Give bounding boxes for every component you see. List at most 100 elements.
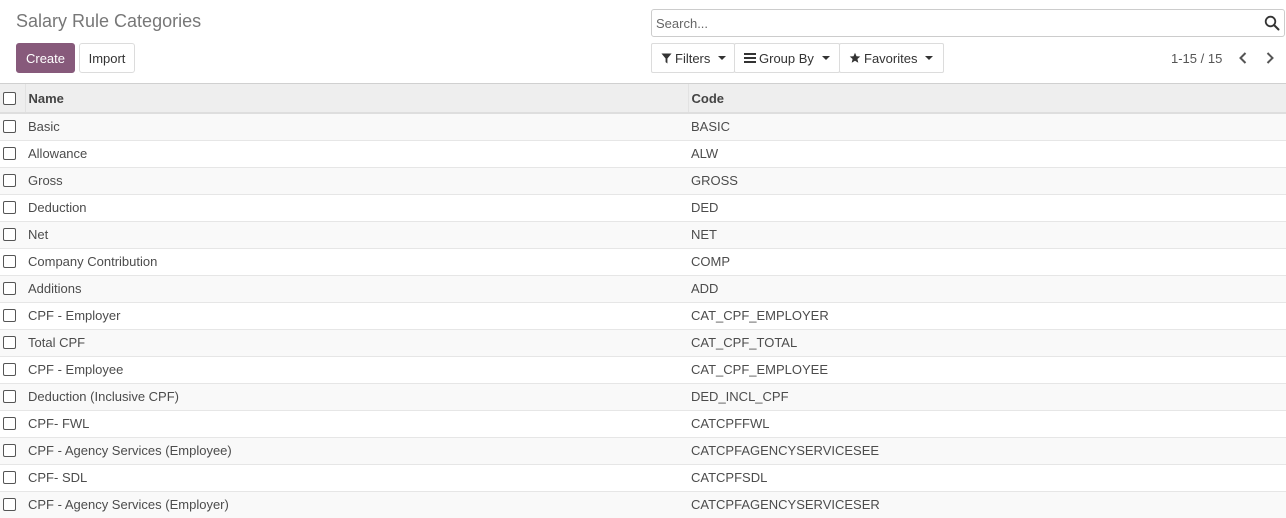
row-code[interactable]: CATCPFAGENCYSERVICESEE <box>688 436 1286 464</box>
row-checkbox[interactable] <box>3 201 16 214</box>
row-checkbox[interactable] <box>3 120 16 134</box>
row-name[interactable]: Additions <box>25 274 688 302</box>
row-select-cell <box>0 220 25 248</box>
row-code[interactable]: BASIC <box>688 112 1286 140</box>
row-checkbox[interactable] <box>3 444 16 457</box>
group-by-dropdown[interactable]: Group By <box>734 43 840 73</box>
row-select-cell <box>0 490 25 518</box>
table-row[interactable]: CPF- FWL CATCPFFWL <box>0 409 1286 437</box>
select-all-checkbox[interactable] <box>3 91 16 105</box>
row-code[interactable]: DED_INCL_CPF <box>688 382 1286 410</box>
table-row[interactable]: CPF - Agency Services (Employer) CATCPFAG… <box>0 490 1286 518</box>
chevron-left-icon[interactable] <box>1234 49 1252 67</box>
row-checkbox[interactable] <box>3 309 16 322</box>
row-select-cell <box>0 328 25 356</box>
row-name[interactable]: Allowance <box>25 139 688 167</box>
row-code[interactable]: CAT_CPF_EMPLOYER <box>688 301 1286 329</box>
row-select-cell <box>0 355 25 383</box>
caret-down-icon <box>925 56 934 60</box>
row-name[interactable]: CPF- FWL <box>25 409 688 437</box>
favorites-dropdown[interactable]: Favorites <box>839 43 944 73</box>
table-row[interactable]: Total CPF CAT_CPF_TOTAL <box>0 328 1286 356</box>
table-row[interactable]: Deduction DED <box>0 193 1286 221</box>
row-code[interactable]: DED <box>688 193 1286 221</box>
row-checkbox[interactable] <box>3 174 16 187</box>
row-name[interactable]: Company Contribution <box>25 247 688 275</box>
row-code[interactable]: CATCPFSDL <box>688 463 1286 491</box>
table-row[interactable]: Additions ADD <box>0 274 1286 302</box>
row-select-cell <box>0 166 25 194</box>
row-name[interactable]: CPF - Employer <box>25 301 688 329</box>
row-checkbox[interactable] <box>3 363 16 376</box>
salary-rule-categories-table: Name Code Basic BASIC Allowance ALW Gross GRO… <box>0 84 1286 518</box>
row-name[interactable]: Deduction <box>25 193 688 221</box>
table-body: Basic BASIC Allowance ALW Gross GROSS Deductio… <box>0 112 1286 518</box>
table-row[interactable]: Gross GROSS <box>0 166 1286 194</box>
row-name[interactable]: CPF - Agency Services (Employer) <box>25 490 688 518</box>
control-panel: Salary Rule Categories Create Import Fil… <box>0 0 1286 84</box>
row-checkbox[interactable] <box>3 255 16 268</box>
row-code[interactable]: CATCPFAGENCYSERVICESER <box>688 490 1286 518</box>
table-row[interactable]: Allowance ALW <box>0 139 1286 167</box>
row-select-cell <box>0 193 25 221</box>
row-name[interactable]: CPF- SDL <box>25 463 688 491</box>
row-code[interactable]: CAT_CPF_TOTAL <box>688 328 1286 356</box>
table-row[interactable]: CPF - Agency Services (Employee) CATCPFAG… <box>0 436 1286 464</box>
row-code[interactable]: ADD <box>688 274 1286 302</box>
row-select-cell <box>0 409 25 437</box>
table-row[interactable]: Deduction (Inclusive CPF) DED_INCL_CPF <box>0 382 1286 410</box>
row-select-cell <box>0 436 25 464</box>
row-select-cell <box>0 463 25 491</box>
row-code[interactable]: COMP <box>688 247 1286 275</box>
row-select-cell <box>0 274 25 302</box>
row-code[interactable]: GROSS <box>688 166 1286 194</box>
row-select-cell <box>0 301 25 329</box>
chevron-right-icon[interactable] <box>1261 49 1279 67</box>
table-header-row: Name Code <box>0 84 1286 114</box>
row-code[interactable]: ALW <box>688 139 1286 167</box>
import-button[interactable]: Import <box>79 43 135 73</box>
row-select-cell <box>0 112 25 140</box>
row-name[interactable]: Net <box>25 220 688 248</box>
caret-down-icon <box>821 56 830 60</box>
page-title: Salary Rule Categories <box>16 11 202 31</box>
row-name[interactable]: Gross <box>25 166 688 194</box>
star-icon <box>849 52 861 64</box>
create-button[interactable]: Create <box>16 43 75 73</box>
table-row[interactable]: Company Contribution COMP <box>0 247 1286 275</box>
row-name[interactable]: CPF - Agency Services (Employee) <box>25 436 688 464</box>
table-row[interactable]: Basic BASIC <box>0 112 1286 140</box>
row-checkbox[interactable] <box>3 390 16 403</box>
column-header-code[interactable]: Code <box>687 84 1286 114</box>
bars-icon <box>744 53 756 63</box>
table-row[interactable]: Net NET <box>0 220 1286 248</box>
row-name[interactable]: Deduction (Inclusive CPF) <box>25 382 688 410</box>
column-header-name[interactable]: Name <box>24 84 688 114</box>
row-checkbox[interactable] <box>3 498 16 512</box>
search-icon[interactable] <box>1264 15 1280 31</box>
row-select-cell <box>0 382 25 410</box>
row-checkbox[interactable] <box>3 147 16 160</box>
pager-value[interactable]: 1-15 / 15 <box>1171 51 1222 66</box>
row-checkbox[interactable] <box>3 282 16 295</box>
filters-label: Filters <box>675 50 711 66</box>
row-select-cell <box>0 139 25 167</box>
favorites-label: Favorites <box>864 50 918 66</box>
row-code[interactable]: NET <box>688 220 1286 248</box>
row-checkbox[interactable] <box>3 471 16 484</box>
row-code[interactable]: CAT_CPF_EMPLOYEE <box>688 355 1286 383</box>
row-code[interactable]: CATCPFFWL <box>688 409 1286 437</box>
row-name[interactable]: Total CPF <box>25 328 688 356</box>
row-name[interactable]: Basic <box>25 112 688 140</box>
table-row[interactable]: CPF - Employer CAT_CPF_EMPLOYER <box>0 301 1286 329</box>
group-by-label: Group By <box>759 50 814 66</box>
table-row[interactable]: CPF- SDL CATCPFSDL <box>0 463 1286 491</box>
filters-dropdown[interactable]: Filters <box>651 43 735 73</box>
search-input[interactable] <box>656 12 1256 34</box>
row-name[interactable]: CPF - Employee <box>25 355 688 383</box>
table-row[interactable]: CPF - Employee CAT_CPF_EMPLOYEE <box>0 355 1286 383</box>
row-checkbox[interactable] <box>3 336 16 349</box>
search-box <box>651 9 1285 37</box>
row-checkbox[interactable] <box>3 417 16 430</box>
row-checkbox[interactable] <box>3 228 16 241</box>
